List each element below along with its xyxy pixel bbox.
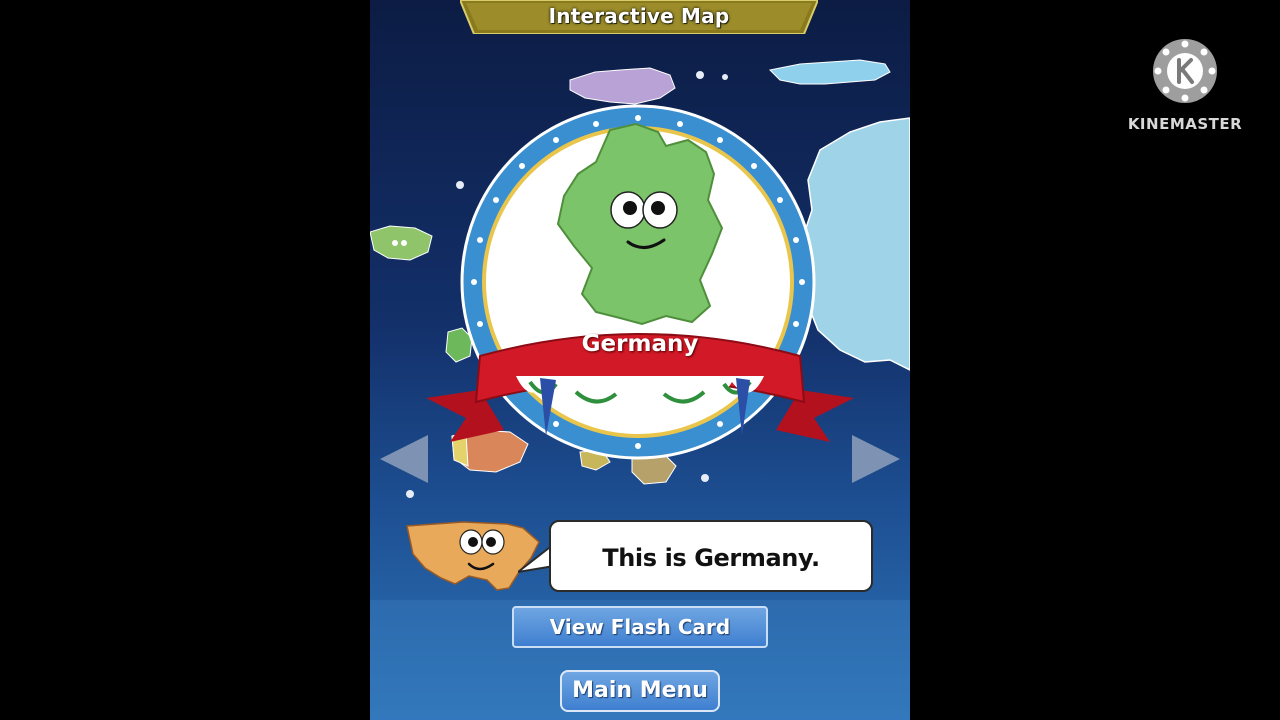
view-flash-card-button[interactable]: View Flash Card: [512, 606, 768, 648]
country-name: Germany: [581, 331, 699, 357]
arrow-left-icon[interactable]: [378, 433, 430, 485]
watermark-text: KINEMASTER: [1127, 115, 1243, 133]
main-menu-button[interactable]: Main Menu: [560, 670, 720, 712]
kinemaster-logo-icon: [1153, 39, 1217, 103]
arrow-right-icon[interactable]: [850, 433, 902, 485]
game-screen: Interactive Map Germany This is Germany.…: [370, 0, 910, 720]
page-title: Interactive Map: [548, 4, 730, 28]
speech-bubble: This is Germany.: [549, 520, 873, 592]
speech-text: This is Germany.: [602, 544, 820, 572]
